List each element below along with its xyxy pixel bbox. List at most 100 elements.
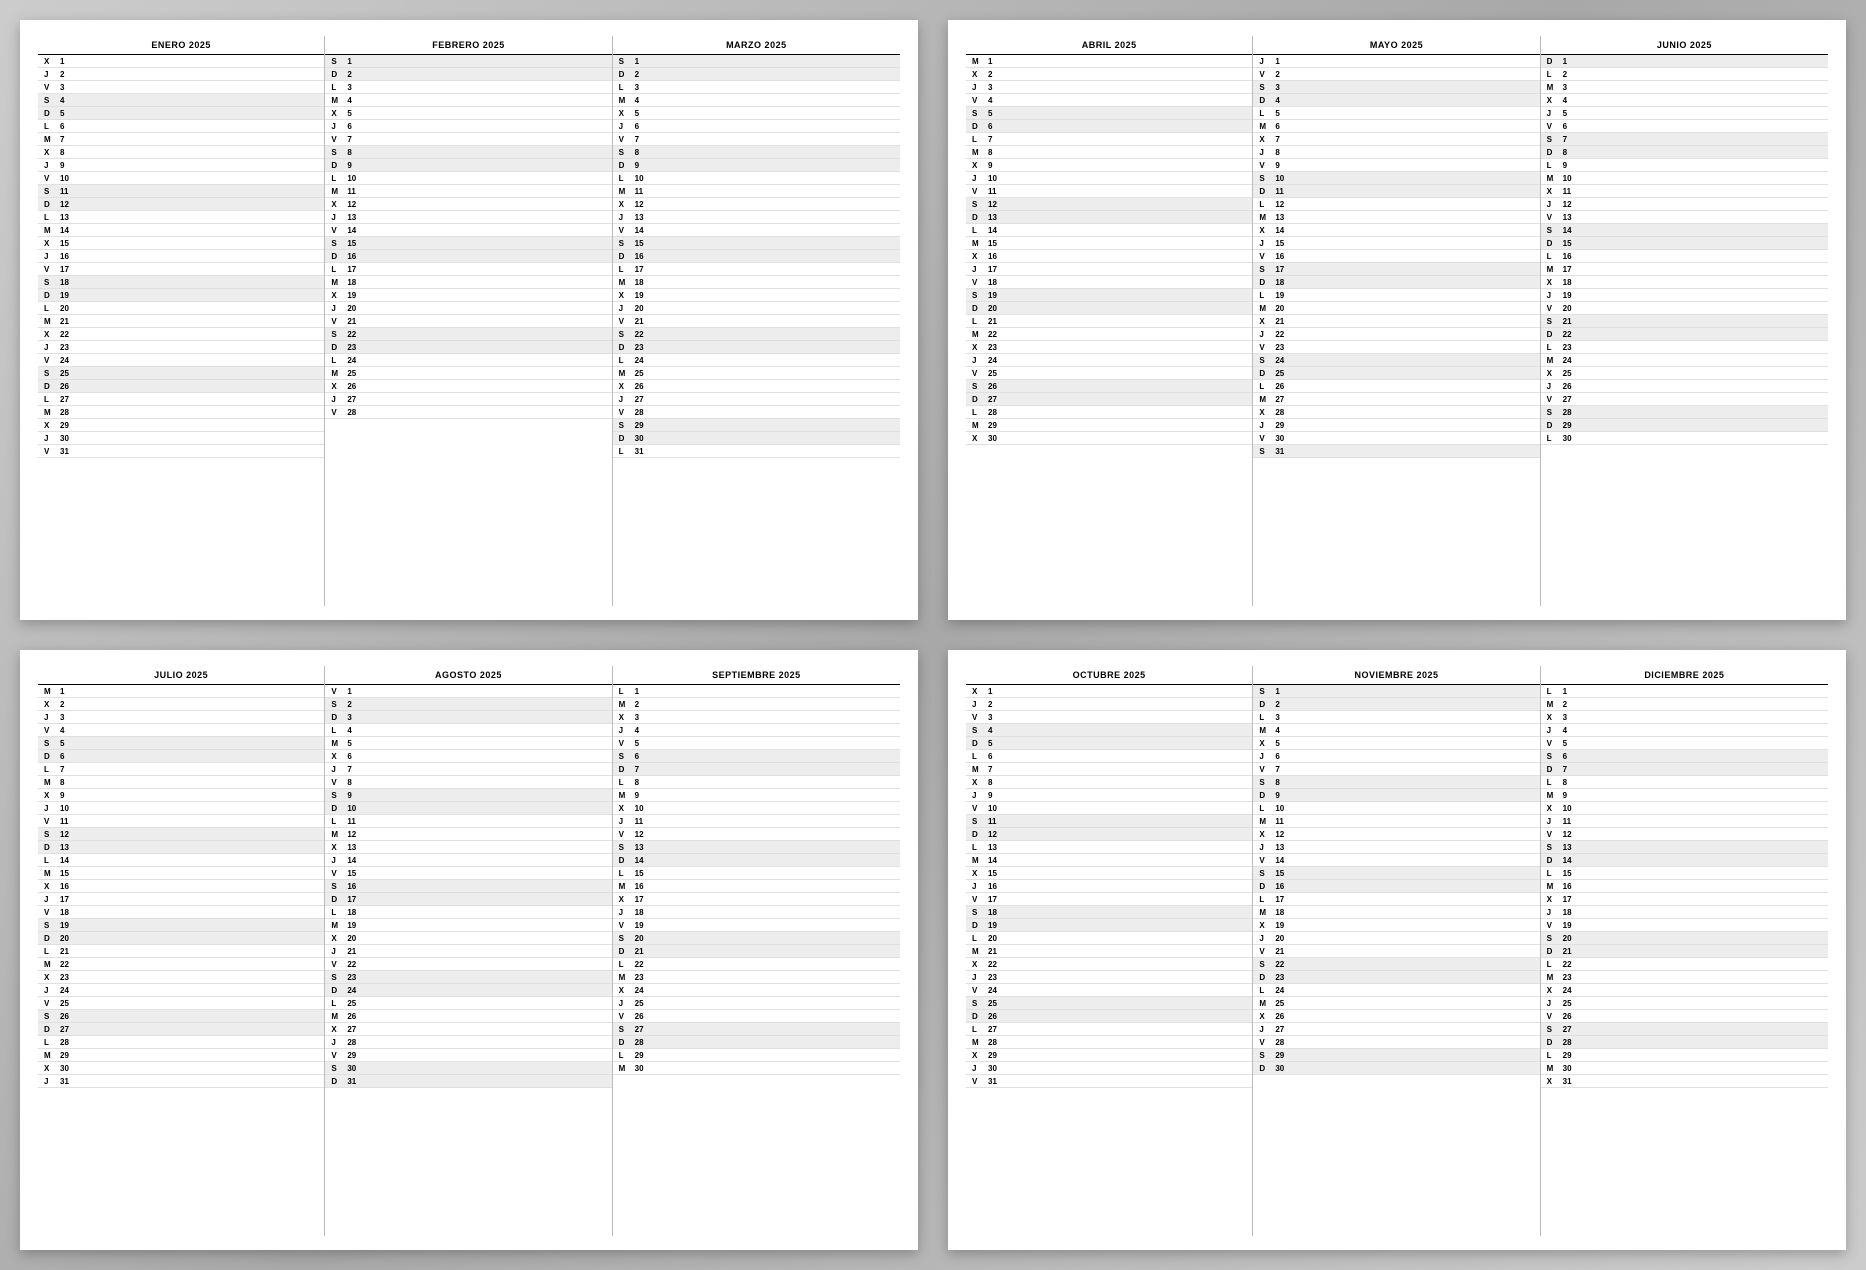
day-row: D5 [966,737,1252,750]
day-letter: X [619,109,635,118]
day-number: 7 [635,135,655,144]
day-row: J23 [38,341,324,354]
day-row: M16 [613,880,900,893]
day-number: 12 [1563,200,1583,209]
day-number: 27 [60,395,80,404]
day-row: J27 [325,393,611,406]
day-letter: M [331,921,347,930]
day-letter: X [1259,408,1275,417]
day-letter: M [44,226,60,235]
day-number: 17 [988,895,1008,904]
day-row: S25 [38,367,324,380]
day-number: 10 [1275,174,1295,183]
day-number: 19 [347,291,367,300]
day-row: J7 [325,763,611,776]
day-row: M7 [38,133,324,146]
day-letter: X [44,239,60,248]
day-row: J12 [1541,198,1828,211]
day-letter: S [1547,752,1563,761]
day-row: J19 [1541,289,1828,302]
day-letter: X [972,687,988,696]
day-letter: S [972,109,988,118]
day-row: S15 [1253,867,1539,880]
day-row: S17 [1253,263,1539,276]
day-letter: L [44,395,60,404]
day-number: 27 [635,395,655,404]
day-letter: L [1547,1051,1563,1060]
day-row: X3 [613,711,900,724]
months-columns: ABRIL 2025M1X2J3V4S5D6L7M8X9J10V11S12D13… [966,36,1828,606]
day-number: 21 [635,317,655,326]
day-letter: D [1259,1064,1275,1073]
day-number: 22 [635,960,655,969]
day-letter: M [619,278,635,287]
day-letter: L [972,135,988,144]
day-row: D21 [1541,945,1828,958]
day-number: 10 [1563,804,1583,813]
day-number: 7 [1563,765,1583,774]
day-letter: S [1547,226,1563,235]
day-letter: X [44,791,60,800]
day-letter: M [1547,265,1563,274]
day-letter: L [619,83,635,92]
day-letter: D [972,122,988,131]
day-number: 27 [988,395,1008,404]
day-row: V4 [966,94,1252,107]
day-row: S29 [1253,1049,1539,1062]
day-number: 6 [635,752,655,761]
day-letter: J [619,726,635,735]
day-letter: M [331,96,347,105]
day-number: 30 [60,434,80,443]
day-row: S5 [38,737,324,750]
day-row: X8 [966,776,1252,789]
day-row: L8 [613,776,900,789]
day-row: D15 [1541,237,1828,250]
day-letter: J [1259,1025,1275,1034]
day-letter: V [44,817,60,826]
day-letter: M [619,700,635,709]
day-row: S15 [325,237,611,250]
day-letter: D [44,1025,60,1034]
day-number: 22 [1275,330,1295,339]
day-number: 16 [1563,252,1583,261]
day-letter: V [44,265,60,274]
day-letter: V [619,739,635,748]
days-list: M1X2J3V4S5D6L7M8X9J10V11S12D13L14M15X16J… [38,685,324,1236]
day-number: 23 [988,343,1008,352]
day-row: X23 [966,341,1252,354]
day-letter: J [44,161,60,170]
month-column: ENERO 2025X1J2V3S4D5L6M7X8J9V10S11D12L13… [38,36,325,606]
day-number: 11 [988,187,1008,196]
day-row: V11 [966,185,1252,198]
day-row: M4 [613,94,900,107]
day-row: X30 [966,432,1252,445]
day-row: X5 [325,107,611,120]
day-number: 14 [347,856,367,865]
day-letter: D [331,804,347,813]
day-row: J3 [38,711,324,724]
day-number: 16 [635,882,655,891]
day-number: 24 [60,986,80,995]
day-letter: M [1259,395,1275,404]
day-row: S11 [966,815,1252,828]
day-number: 2 [1275,700,1295,709]
day-letter: S [331,791,347,800]
day-row: L15 [613,867,900,880]
day-number: 17 [1275,895,1295,904]
day-row: D12 [966,828,1252,841]
day-letter: V [1547,395,1563,404]
day-letter: M [1547,791,1563,800]
day-letter: S [331,973,347,982]
day-letter: L [1259,109,1275,118]
day-letter: X [1259,317,1275,326]
day-letter: L [1259,986,1275,995]
month-column: MARZO 2025S1D2L3M4X5J6V7S8D9L10M11X12J13… [613,36,900,606]
month-title: ENERO 2025 [38,36,324,55]
day-letter: D [44,109,60,118]
day-number: 20 [988,934,1008,943]
day-row: D6 [966,120,1252,133]
day-letter: D [331,70,347,79]
day-row: V21 [613,315,900,328]
day-letter: L [1547,70,1563,79]
day-row: L31 [613,445,900,458]
